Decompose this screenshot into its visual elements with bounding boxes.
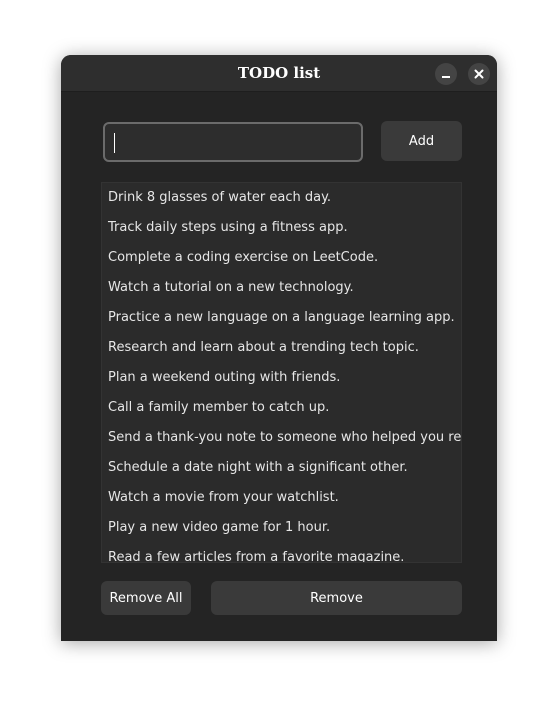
list-item[interactable]: Call a family member to catch up.	[108, 393, 329, 423]
list-item[interactable]: Research and learn about a trending tech…	[108, 333, 419, 363]
close-icon	[474, 69, 484, 79]
list-item[interactable]: Watch a movie from your watchlist.	[108, 483, 339, 513]
list-item[interactable]: Drink 8 glasses of water each day.	[108, 183, 331, 213]
list-item[interactable]: Track daily steps using a fitness app.	[108, 213, 348, 243]
list-item[interactable]: Complete a coding exercise on LeetCode.	[108, 243, 378, 273]
list-item[interactable]: Play a new video game for 1 hour.	[108, 513, 330, 543]
todo-window: TODO list Add Drink 8 glasses of water e…	[61, 55, 497, 641]
todo-entry-field[interactable]	[103, 122, 363, 162]
list-item[interactable]: Plan a weekend outing with friends.	[108, 363, 340, 393]
minimize-icon	[442, 76, 450, 78]
text-caret	[114, 133, 115, 153]
list-item[interactable]: Watch a tutorial on a new technology.	[108, 273, 354, 303]
todo-list[interactable]: Drink 8 glasses of water each day. Track …	[101, 182, 462, 563]
add-button[interactable]: Add	[381, 121, 462, 161]
list-item[interactable]: Schedule a date night with a significant…	[108, 453, 408, 483]
minimize-button[interactable]	[435, 63, 457, 85]
list-item[interactable]: Read a few articles from a favorite maga…	[108, 543, 404, 562]
list-item[interactable]: Practice a new language on a language le…	[108, 303, 455, 333]
close-button[interactable]	[468, 63, 490, 85]
list-item[interactable]: Send a thank-you note to someone who hel…	[108, 423, 461, 453]
title-bar[interactable]: TODO list	[61, 55, 497, 92]
remove-all-button[interactable]: Remove All	[101, 581, 191, 615]
remove-button[interactable]: Remove	[211, 581, 462, 615]
todo-input[interactable]	[105, 124, 361, 160]
window-title: TODO list	[237, 64, 321, 82]
